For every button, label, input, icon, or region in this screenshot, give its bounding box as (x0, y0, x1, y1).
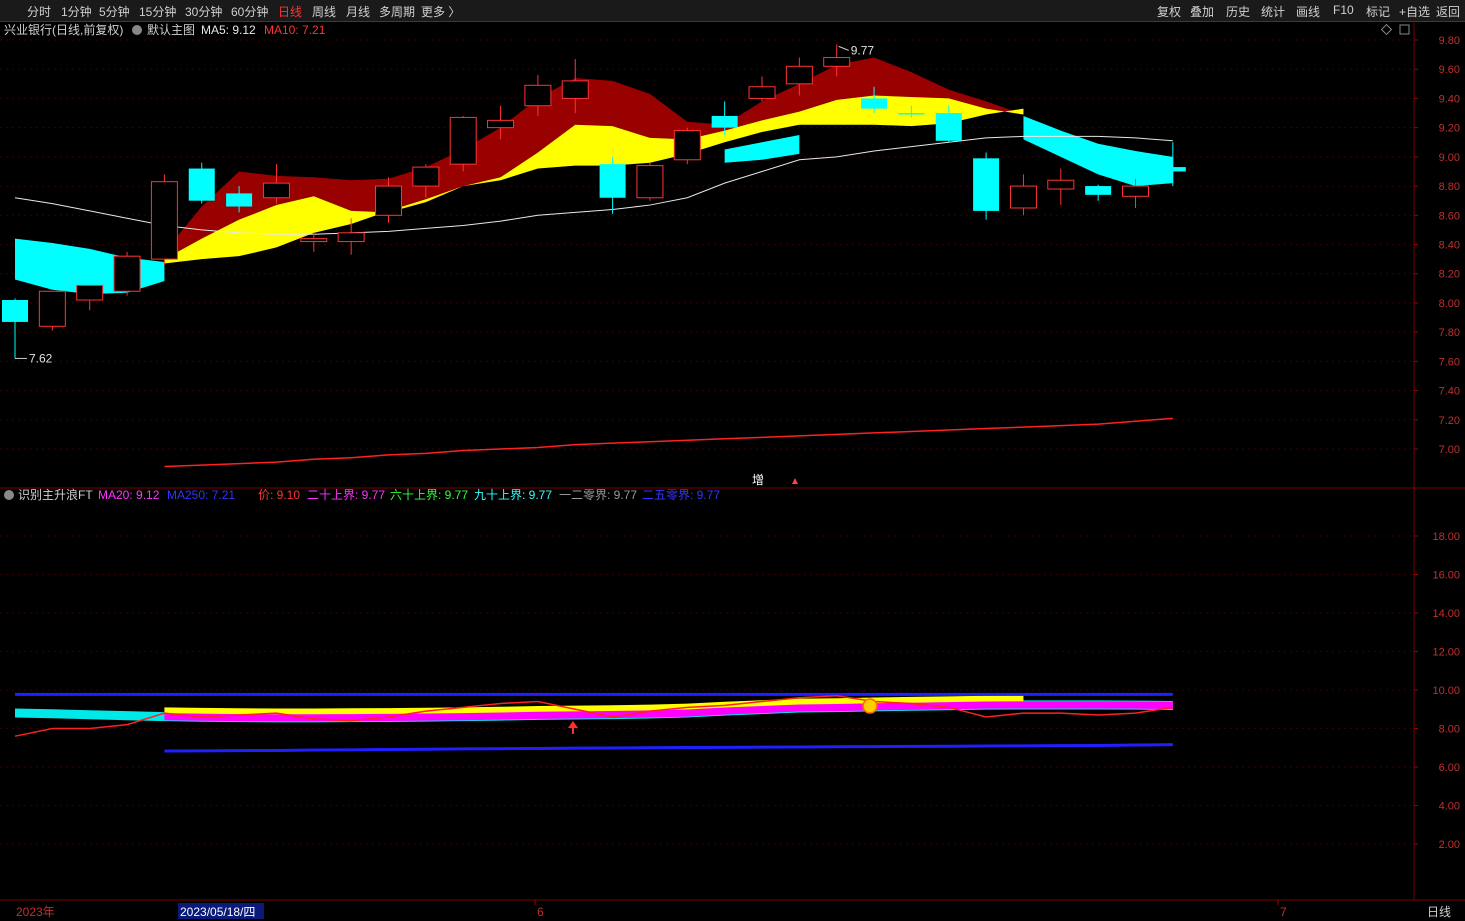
main-y-tick-label: 9.00 (1439, 152, 1460, 164)
sub-legend-item: 二十上界: 9.77 (307, 488, 385, 502)
stock-title: 兴业银行(日线,前复权) (4, 22, 123, 37)
collapse-icon[interactable] (132, 25, 142, 35)
diamond-icon[interactable] (1380, 23, 1393, 36)
signal-badge-icon (862, 698, 878, 714)
candle-body[interactable] (673, 130, 701, 161)
candle-body[interactable] (561, 80, 589, 99)
candle-body[interactable] (823, 57, 851, 67)
candle-body[interactable] (898, 113, 925, 115)
sub-y-tick-label: 8.00 (1439, 724, 1460, 736)
cyan-band (1023, 115, 1173, 187)
sub-legend-item: MA250: 7.21 (167, 488, 235, 502)
candle-body[interactable] (785, 65, 813, 85)
main-y-tick-label: 7.60 (1439, 356, 1460, 368)
sub-legend-item: 二五零界: 9.77 (642, 488, 720, 502)
maximize-icon[interactable] (1399, 24, 1410, 35)
candle-body[interactable] (300, 238, 328, 243)
sub-legend-item: 九十上界: 9.77 (474, 488, 552, 502)
candle-body[interactable] (1047, 179, 1075, 190)
sub-y-tick-label: 14.00 (1432, 608, 1460, 620)
main-y-tick-label: 7.00 (1439, 444, 1460, 456)
main-y-tick-label: 8.80 (1439, 181, 1460, 193)
month-label: 7 (1280, 905, 1287, 919)
high-price-label: 9.77 (851, 43, 875, 57)
candle-body[interactable] (861, 98, 888, 109)
candle-body[interactable] (599, 164, 626, 198)
candle-body[interactable] (262, 182, 290, 199)
candle-body[interactable] (188, 168, 215, 201)
low-price-label: 7.62 (29, 351, 53, 365)
candle-body[interactable] (1122, 185, 1149, 197)
main-y-tick-label: 7.80 (1439, 327, 1460, 339)
sub-y-tick-label: 16.00 (1432, 570, 1460, 582)
sub-y-tick-label: 6.00 (1439, 762, 1460, 774)
candle-body[interactable] (524, 84, 552, 107)
sub-collapse-icon[interactable] (4, 490, 14, 500)
sub-legend-item: MA20: 9.12 (98, 488, 160, 502)
sub-legend-item: 一二零界: 9.77 (559, 488, 637, 502)
candle-body[interactable] (1009, 185, 1037, 209)
lower-bound-line (164, 743, 1173, 753)
main-y-tick-label: 7.20 (1439, 415, 1460, 427)
sub-y-tick-label: 2.00 (1439, 839, 1460, 851)
main-y-tick-label: 9.20 (1439, 123, 1460, 135)
month-label: 6 (537, 905, 544, 919)
candle-body[interactable] (38, 290, 66, 327)
main-y-tick-label: 8.60 (1439, 210, 1460, 222)
candle-body[interactable] (1085, 186, 1112, 195)
sub-y-tick-label: 4.00 (1439, 801, 1460, 813)
sub-y-tick-label: 18.00 (1432, 531, 1460, 543)
main-y-tick-label: 7.40 (1439, 386, 1460, 398)
year-label: 2023年 (16, 905, 55, 919)
main-y-tick-label: 9.40 (1439, 93, 1460, 105)
ma250-line (164, 417, 1173, 468)
period-indicator: 日线 (1427, 905, 1451, 919)
cursor-date: 2023/05/18/四 (180, 905, 255, 919)
sub-y-tick-label: 12.00 (1432, 647, 1460, 659)
candle-body[interactable] (487, 119, 515, 129)
kline-chart[interactable]: 9.80 9.60 9.40 9.20 9.00 8.80 8.60 8.40 8.20 8.00… (0, 0, 1465, 921)
candle-body[interactable] (748, 86, 776, 99)
main-indicator-name: 默认主图 (147, 22, 195, 37)
main-y-tick-label: 9.80 (1439, 35, 1460, 47)
candle-body[interactable] (1159, 167, 1186, 172)
main-y-tick-label: 8.00 (1439, 298, 1460, 310)
main-y-tick-label: 8.40 (1439, 240, 1460, 252)
signal-arrow-icon (792, 478, 798, 484)
sub-legend-item: 价: 9.10 (258, 488, 300, 502)
sub-indicator-name: 识别主升浪FT (18, 487, 93, 502)
main-y-tick-label: 8.20 (1439, 269, 1460, 281)
candle-body[interactable] (412, 166, 440, 187)
candle-body[interactable] (449, 116, 477, 165)
candle-body[interactable] (113, 255, 141, 292)
zeng-marker: 增 (752, 473, 764, 487)
ma5-value: MA5: 9.12 (201, 23, 256, 37)
up-signal-arrow-head (568, 721, 578, 728)
candle-body[interactable] (76, 284, 104, 301)
high-arrow (838, 45, 849, 51)
candle-body[interactable] (375, 185, 402, 216)
candle-body[interactable] (226, 193, 253, 207)
candle-body[interactable] (636, 165, 664, 199)
candle-body[interactable] (935, 113, 962, 141)
sub-y-tick-label: 10.00 (1432, 685, 1460, 697)
candle-body[interactable] (337, 232, 365, 243)
sub-legend-item: 六十上界: 9.77 (390, 488, 468, 502)
ma10-value: MA10: 7.21 (264, 23, 326, 37)
main-y-tick-label: 9.60 (1439, 64, 1460, 76)
candle-body[interactable] (973, 158, 1000, 211)
candle-body[interactable] (711, 115, 738, 128)
candle-body[interactable] (150, 181, 178, 260)
candle-body[interactable] (2, 300, 28, 322)
